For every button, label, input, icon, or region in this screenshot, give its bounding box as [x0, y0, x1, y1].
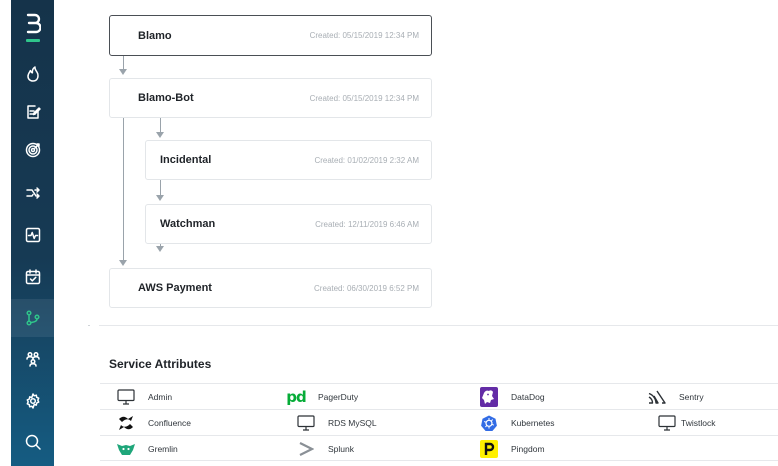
attribute-item[interactable]: Twistlock: [657, 410, 715, 435]
tree-connector: [123, 56, 124, 70]
attribute-item[interactable]: Admin: [116, 384, 172, 409]
service-attributes-grid: Admin pd PagerDuty DataDog Sentry Conflu…: [100, 383, 778, 461]
pagerduty-logo-icon: pd: [286, 387, 306, 406]
datadog-logo-icon: [479, 386, 499, 407]
pulse-icon[interactable]: [11, 216, 54, 254]
attribute-label: Splunk: [328, 443, 354, 454]
sentry-logo-icon: [647, 387, 667, 407]
monitor-icon: [657, 413, 677, 433]
service-created: Created: 05/15/2019 12:34 PM: [309, 93, 419, 103]
tree-arrow: [156, 246, 164, 252]
tree-connector: [160, 117, 161, 132]
gear-icon[interactable]: [11, 382, 54, 420]
service-created: Created: 12/11/2019 6:46 AM: [315, 219, 419, 229]
flame-icon[interactable]: [11, 55, 54, 93]
tree-connector: [123, 117, 124, 260]
attribute-label: Admin: [148, 391, 173, 402]
service-card[interactable]: Blamo Created: 05/15/2019 12:34 PM: [109, 15, 432, 56]
target-icon[interactable]: [11, 131, 54, 169]
gremlin-logo-icon: [116, 439, 136, 459]
attribute-label: RDS MySQL: [328, 417, 377, 428]
attribute-label: Pingdom: [511, 443, 545, 454]
kubernetes-logo-icon: [479, 413, 499, 433]
attribute-item[interactable]: Kubernetes: [479, 410, 554, 435]
tree-arrow: [119, 260, 127, 266]
pingdom-logo-icon: [479, 439, 499, 459]
tree-arrow: [156, 195, 164, 201]
attribute-item[interactable]: RDS MySQL: [296, 410, 377, 435]
tree-connector: [160, 180, 161, 195]
confluence-logo-icon: [116, 413, 136, 433]
attribute-row: Confluence RDS MySQL Kubernetes Twistloc…: [100, 409, 778, 435]
people-icon[interactable]: [11, 340, 54, 378]
section-divider: [99, 325, 778, 326]
service-name: Blamo: [138, 29, 172, 42]
monitor-icon: [116, 387, 136, 407]
service-attributes-title: Service Attributes: [109, 357, 212, 371]
splunk-logo-icon: [296, 439, 316, 459]
logo-icon[interactable]: [11, 4, 54, 42]
tree-arrow: [119, 69, 127, 75]
service-tree-page: Blamo Created: 05/15/2019 12:34 PM Blamo…: [0, 0, 778, 466]
service-created: Created: 06/30/2019 6:52 PM: [314, 283, 419, 293]
sidebar: [11, 0, 54, 466]
attribute-item[interactable]: Confluence: [116, 410, 191, 435]
service-card[interactable]: Watchman Created: 12/11/2019 6:46 AM: [145, 204, 432, 244]
attribute-label: DataDog: [511, 391, 545, 402]
attribute-label: Gremlin: [148, 443, 178, 454]
git-branch-icon[interactable]: [11, 299, 54, 337]
monitor-icon: [296, 413, 316, 433]
attribute-label: PagerDuty: [318, 391, 359, 402]
calendar-check-icon[interactable]: [11, 258, 54, 296]
attribute-label: Twistlock: [681, 417, 716, 428]
search-icon[interactable]: [11, 423, 54, 461]
service-card[interactable]: Blamo-Bot Created: 05/15/2019 12:34 PM: [109, 78, 432, 118]
service-name: AWS Payment: [138, 282, 212, 294]
service-card[interactable]: Incidental Created: 01/02/2019 2:32 AM: [145, 140, 432, 180]
divider-dot: [88, 325, 90, 326]
attribute-item[interactable]: DataDog: [479, 384, 545, 409]
logo-accent-bar: [26, 39, 40, 42]
service-name: Incidental: [160, 154, 212, 166]
attribute-label: Kubernetes: [511, 417, 555, 428]
attribute-item[interactable]: Splunk: [296, 436, 354, 461]
attribute-item[interactable]: Pingdom: [479, 436, 545, 461]
edit-document-icon[interactable]: [11, 93, 54, 131]
attribute-row: Admin pd PagerDuty DataDog Sentry: [100, 383, 778, 409]
attribute-item[interactable]: Gremlin: [116, 436, 178, 461]
attribute-item[interactable]: pd PagerDuty: [286, 384, 358, 409]
attribute-label: Confluence: [148, 417, 192, 428]
attribute-row: Gremlin Splunk Pingdom: [100, 435, 778, 461]
service-name: Blamo-Bot: [138, 92, 194, 104]
service-card[interactable]: AWS Payment Created: 06/30/2019 6:52 PM: [109, 268, 432, 308]
attribute-label: Sentry: [679, 391, 704, 402]
service-created: Created: 01/02/2019 2:32 AM: [314, 155, 419, 165]
attribute-item[interactable]: Sentry: [647, 384, 704, 409]
tree-arrow: [156, 132, 164, 138]
service-created: Created: 05/15/2019 12:34 PM: [309, 31, 419, 40]
service-name: Watchman: [160, 218, 216, 230]
shuffle-icon[interactable]: [11, 174, 54, 212]
